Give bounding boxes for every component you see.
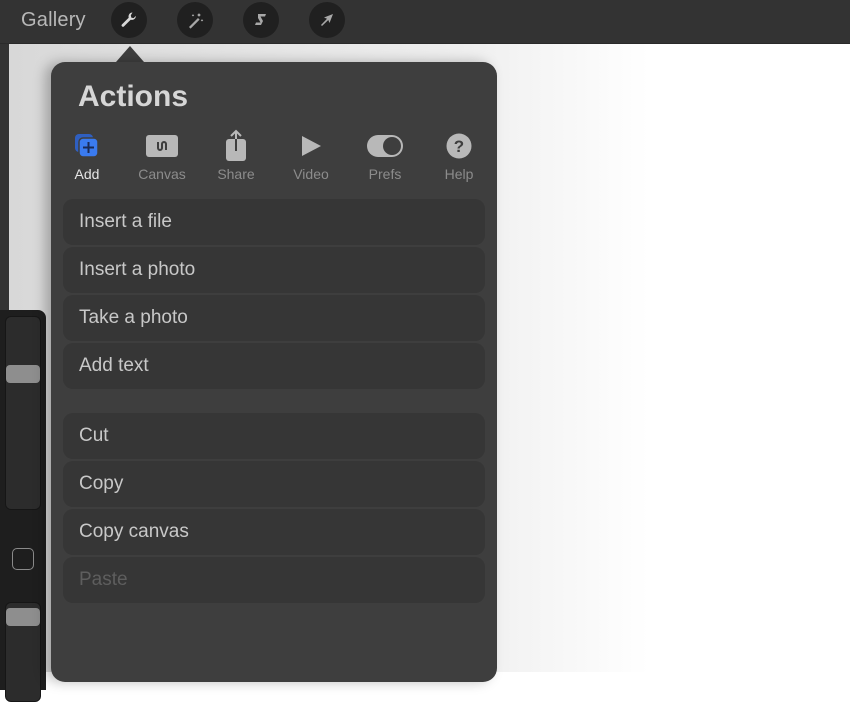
actions-button[interactable]: [111, 2, 147, 38]
share-icon: [226, 129, 246, 161]
brush-size-slider[interactable]: [5, 316, 41, 510]
panel-title: Actions: [78, 80, 189, 113]
tab-share[interactable]: Share: [201, 126, 271, 182]
adjustments-button[interactable]: [177, 2, 213, 38]
insert-photo-item[interactable]: Insert a photo: [63, 247, 485, 293]
opacity-thumb[interactable]: [6, 608, 40, 626]
popover-arrow: [116, 46, 144, 62]
add-layers-icon: [75, 134, 99, 158]
play-icon: [302, 136, 321, 156]
selection-s-icon: [255, 14, 266, 25]
tab-help[interactable]: ? Help: [424, 126, 494, 182]
magic-wand-icon: [189, 13, 204, 29]
take-photo-item[interactable]: Take a photo: [63, 295, 485, 341]
copy-canvas-item[interactable]: Copy canvas: [63, 509, 485, 555]
tab-prefs[interactable]: Prefs: [350, 126, 420, 182]
add-menu-group: Insert a file Insert a photo Take a phot…: [63, 199, 485, 391]
canvas-icon: [146, 135, 178, 157]
insert-file-item[interactable]: Insert a file: [63, 199, 485, 245]
help-icon: ?: [446, 133, 472, 159]
actions-tabs: Add Canvas Share Video Prefs ? Help: [51, 126, 497, 186]
tab-canvas[interactable]: Canvas: [127, 126, 197, 182]
selection-button[interactable]: [243, 2, 279, 38]
transform-button[interactable]: [309, 2, 345, 38]
paste-item: Paste: [63, 557, 485, 603]
add-text-item[interactable]: Add text: [63, 343, 485, 389]
gallery-button[interactable]: Gallery: [21, 9, 86, 32]
left-sidebar: [0, 310, 46, 702]
toggle-icon: [367, 135, 403, 157]
tab-video[interactable]: Video: [276, 126, 346, 182]
copy-item[interactable]: Copy: [63, 461, 485, 507]
arrow-cursor-icon: [321, 14, 333, 26]
cut-item[interactable]: Cut: [63, 413, 485, 459]
svg-text:?: ?: [454, 137, 464, 156]
wrench-icon: [121, 12, 136, 27]
actions-panel: Actions Add Canvas Share Video Prefs ? H…: [51, 62, 497, 682]
brush-size-thumb[interactable]: [6, 365, 40, 383]
clipboard-menu-group: Cut Copy Copy canvas Paste: [63, 413, 485, 605]
tab-add[interactable]: Add: [52, 126, 122, 182]
top-toolbar: Gallery: [0, 0, 850, 44]
modify-button[interactable]: [12, 548, 34, 570]
